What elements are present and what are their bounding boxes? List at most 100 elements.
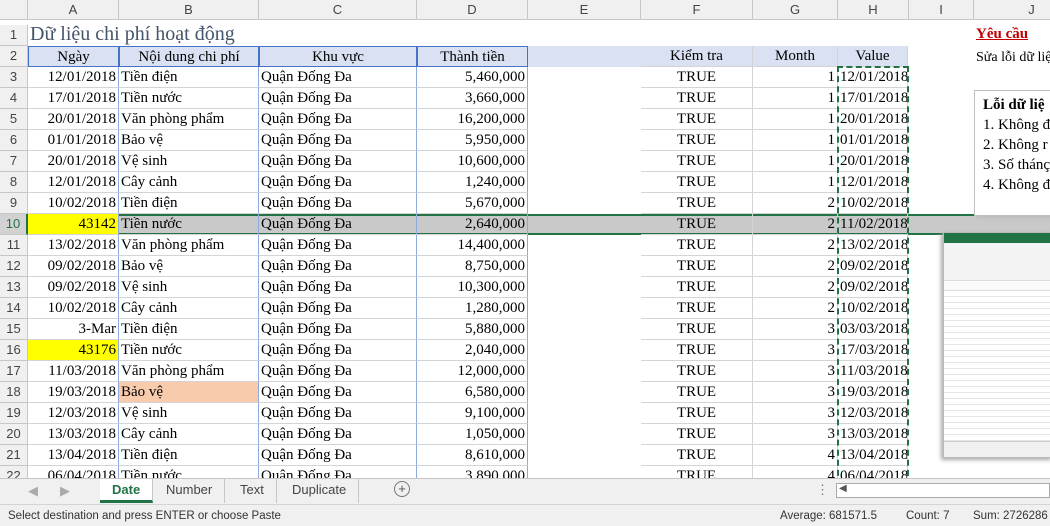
amount-cell[interactable]: 8,610,000 xyxy=(417,445,528,466)
month-cell[interactable]: 3 xyxy=(753,319,838,340)
expense-cell[interactable]: Vệ sinh xyxy=(119,277,259,298)
column-header-f[interactable]: F xyxy=(641,0,753,20)
row-header[interactable]: 15 xyxy=(0,319,28,340)
expense-cell[interactable]: Cây cảnh xyxy=(119,298,259,319)
district-cell[interactable]: Quận Đống Đa xyxy=(259,151,417,172)
district-cell[interactable]: Quận Đống Đa xyxy=(259,256,417,277)
district-cell[interactable]: Quận Đống Đa xyxy=(259,130,417,151)
district-cell[interactable]: Quận Đống Đa xyxy=(259,445,417,466)
check-cell[interactable]: TRUE xyxy=(641,151,753,172)
date-cell[interactable]: 10/02/2018 xyxy=(28,193,119,214)
month-cell[interactable]: 3 xyxy=(753,424,838,445)
date-cell[interactable]: 09/02/2018 xyxy=(28,256,119,277)
check-cell[interactable]: TRUE xyxy=(641,424,753,445)
row-header[interactable]: 1 xyxy=(0,25,28,46)
district-cell[interactable]: Quận Đống Đa xyxy=(259,319,417,340)
month-cell[interactable]: 1 xyxy=(753,67,838,88)
row-header[interactable]: 2 xyxy=(0,46,28,67)
amount-cell[interactable]: 2,040,000 xyxy=(417,340,528,361)
amount-cell[interactable]: 16,200,000 xyxy=(417,109,528,130)
amount-cell[interactable]: 5,670,000 xyxy=(417,193,528,214)
date-cell[interactable]: 12/01/2018 xyxy=(28,67,119,88)
amount-cell[interactable]: 10,600,000 xyxy=(417,151,528,172)
date-cell[interactable]: 13/04/2018 xyxy=(28,445,119,466)
row-header[interactable]: 3 xyxy=(0,67,28,88)
expense-cell[interactable]: Cây cảnh xyxy=(119,172,259,193)
month-cell[interactable]: 1 xyxy=(753,172,838,193)
header-thanh-tien[interactable]: Thành tiền xyxy=(417,46,528,67)
tab-date[interactable]: Date xyxy=(100,479,154,503)
check-cell[interactable]: TRUE xyxy=(641,319,753,340)
row-header[interactable]: 21 xyxy=(0,445,28,466)
check-cell[interactable]: TRUE xyxy=(641,340,753,361)
status-count[interactable]: Count: 7 xyxy=(906,505,949,526)
month-cell[interactable]: 2 xyxy=(753,256,838,277)
expense-cell[interactable]: Tiền điện xyxy=(119,445,259,466)
amount-cell[interactable]: 8,750,000 xyxy=(417,256,528,277)
expense-cell[interactable]: Vệ sinh xyxy=(119,403,259,424)
check-cell[interactable]: TRUE xyxy=(641,235,753,256)
row-header[interactable]: 19 xyxy=(0,403,28,424)
check-cell[interactable]: TRUE xyxy=(641,172,753,193)
check-cell[interactable]: TRUE xyxy=(641,214,753,235)
row-header[interactable]: 8 xyxy=(0,172,28,193)
add-sheet-icon[interactable]: + xyxy=(394,481,410,497)
date-cell[interactable]: 43142 xyxy=(28,214,119,235)
header-noi-dung[interactable]: Nội dung chi phí xyxy=(119,46,259,67)
date-cell[interactable]: 3-Mar xyxy=(28,319,119,340)
tab-options-icon[interactable]: ⋮ xyxy=(816,482,829,498)
district-cell[interactable]: Quận Đống Đa xyxy=(259,424,417,445)
column-header-e[interactable]: E xyxy=(528,0,641,20)
month-cell[interactable]: 3 xyxy=(753,403,838,424)
check-cell[interactable]: TRUE xyxy=(641,88,753,109)
date-cell[interactable]: 09/02/2018 xyxy=(28,277,119,298)
amount-cell[interactable]: 1,240,000 xyxy=(417,172,528,193)
district-cell[interactable]: Quận Đống Đa xyxy=(259,193,417,214)
amount-cell[interactable]: 5,460,000 xyxy=(417,67,528,88)
expense-cell[interactable]: Văn phòng phẩm xyxy=(119,361,259,382)
date-cell[interactable]: 11/03/2018 xyxy=(28,361,119,382)
month-cell[interactable]: 3 xyxy=(753,382,838,403)
month-cell[interactable]: 1 xyxy=(753,88,838,109)
check-cell[interactable]: TRUE xyxy=(641,256,753,277)
status-average[interactable]: Average: 681571.5 xyxy=(780,505,877,526)
expense-cell[interactable]: Tiền điện xyxy=(119,193,259,214)
check-cell[interactable]: TRUE xyxy=(641,277,753,298)
amount-cell[interactable]: 3,660,000 xyxy=(417,88,528,109)
tab-text[interactable]: Text xyxy=(228,479,277,503)
scroll-left-arrow-icon[interactable]: ◀ xyxy=(839,483,847,494)
month-cell[interactable]: 2 xyxy=(753,298,838,319)
expense-cell[interactable]: Tiền điện xyxy=(119,319,259,340)
row-header[interactable]: 13 xyxy=(0,277,28,298)
check-cell[interactable]: TRUE xyxy=(641,403,753,424)
row-header[interactable]: 10 xyxy=(0,214,28,235)
amount-cell[interactable]: 1,280,000 xyxy=(417,298,528,319)
date-cell[interactable]: 13/02/2018 xyxy=(28,235,119,256)
amount-cell[interactable]: 2,640,000 xyxy=(417,214,528,235)
expense-cell[interactable]: Tiền nước xyxy=(119,340,259,361)
check-cell[interactable]: TRUE xyxy=(641,382,753,403)
select-all-corner[interactable] xyxy=(0,0,28,20)
district-cell[interactable]: Quận Đống Đa xyxy=(259,277,417,298)
check-cell[interactable]: TRUE xyxy=(641,361,753,382)
column-header-c[interactable]: C xyxy=(259,0,417,20)
check-cell[interactable]: TRUE xyxy=(641,130,753,151)
column-header-b[interactable]: B xyxy=(119,0,259,20)
district-cell[interactable]: Quận Đống Đa xyxy=(259,340,417,361)
horizontal-scrollbar[interactable]: ◀ xyxy=(836,483,1050,498)
amount-cell[interactable]: 9,100,000 xyxy=(417,403,528,424)
amount-cell[interactable]: 6,580,000 xyxy=(417,382,528,403)
expense-cell[interactable]: Bảo vệ xyxy=(119,256,259,277)
month-cell[interactable]: 1 xyxy=(753,151,838,172)
date-cell[interactable]: 20/01/2018 xyxy=(28,109,119,130)
row-header[interactable]: 7 xyxy=(0,151,28,172)
header-khu-vuc[interactable]: Khu vực xyxy=(259,46,417,67)
column-header-a[interactable]: A xyxy=(28,0,119,20)
date-cell[interactable]: 20/01/2018 xyxy=(28,151,119,172)
district-cell[interactable]: Quận Đống Đa xyxy=(259,67,417,88)
row-header[interactable]: 14 xyxy=(0,298,28,319)
month-cell[interactable]: 1 xyxy=(753,109,838,130)
expense-cell[interactable]: Bảo vệ xyxy=(119,130,259,151)
amount-cell[interactable]: 12,000,000 xyxy=(417,361,528,382)
check-cell[interactable]: TRUE xyxy=(641,193,753,214)
